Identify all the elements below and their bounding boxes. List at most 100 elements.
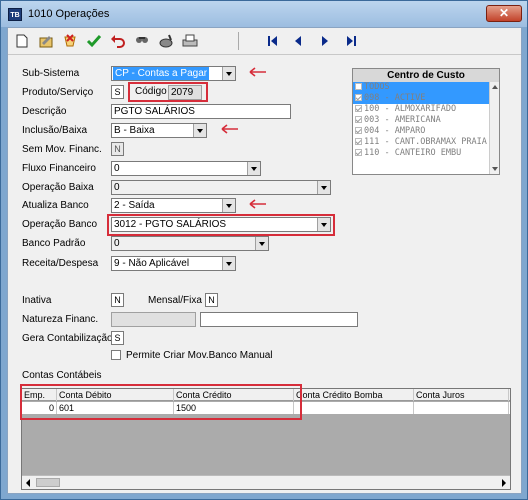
new-document-icon[interactable] bbox=[11, 30, 33, 52]
scroll-thumb[interactable] bbox=[36, 478, 60, 487]
centro-custo-item-label: 100 - ALMOXARIFADO bbox=[364, 104, 457, 114]
centro-custo-items[interactable]: TODOS 098 - ACTIVE 100 - ALMOXARIFADO 003 -… bbox=[353, 82, 489, 174]
centro-custo-item[interactable]: 004 - AMPARO bbox=[353, 126, 489, 137]
chevron-down-icon[interactable] bbox=[193, 124, 206, 137]
first-record-button[interactable] bbox=[262, 30, 284, 52]
bancopadrao-label: Banco Padrão bbox=[22, 238, 86, 249]
centro-custo-item[interactable]: 110 - CANTEIRO EMBU bbox=[353, 148, 489, 159]
centro-custo-item-label: 110 - CANTEIRO EMBU bbox=[364, 148, 462, 158]
checkbox-icon[interactable] bbox=[355, 116, 362, 123]
bancopadrao-select[interactable]: 0 bbox=[111, 236, 269, 251]
semmov-label: Sem Mov. Financ. bbox=[22, 144, 102, 155]
atualiza-value: 2 - Saída bbox=[114, 200, 155, 211]
checkbox-icon[interactable] bbox=[355, 83, 362, 90]
annotation-arrow bbox=[221, 124, 238, 134]
centro-custo-item-label: 003 - AMERICANA bbox=[364, 115, 441, 125]
receita-select[interactable]: 9 - Não Aplicável bbox=[111, 256, 236, 271]
next-record-button[interactable] bbox=[314, 30, 336, 52]
receita-value: 9 - Não Aplicável bbox=[114, 258, 190, 269]
grid-horizontal-scrollbar[interactable] bbox=[22, 475, 510, 489]
opbanco-label: Operação Banco bbox=[22, 219, 98, 230]
inativa-field[interactable]: N bbox=[111, 293, 124, 307]
centro-custo-item-label: TODOS bbox=[364, 82, 390, 92]
permite-label: Permite Criar Mov.Banco Manual bbox=[126, 350, 273, 361]
delete-icon[interactable] bbox=[155, 30, 177, 52]
atualiza-label: Atualiza Banco bbox=[22, 200, 89, 211]
last-record-button[interactable] bbox=[340, 30, 362, 52]
client-area: Sub-Sistema CP - Contas a Pagar Produto/… bbox=[7, 27, 522, 494]
gera-label: Gera Contabilização bbox=[22, 333, 113, 344]
produto-field[interactable]: S bbox=[111, 85, 124, 99]
table-cell[interactable] bbox=[414, 402, 509, 414]
mensal-field[interactable]: N bbox=[205, 293, 218, 307]
opbaixa-select[interactable]: 0 bbox=[111, 180, 331, 195]
subsistema-select[interactable]: CP - Contas a Pagar bbox=[111, 66, 236, 81]
confirm-icon[interactable] bbox=[83, 30, 105, 52]
centro-custo-item[interactable]: TODOS bbox=[353, 82, 489, 93]
window-title: 1010 Operações bbox=[28, 8, 110, 20]
checkbox-icon[interactable] bbox=[355, 105, 362, 112]
chevron-down-icon[interactable] bbox=[255, 237, 268, 250]
undo-icon[interactable] bbox=[107, 30, 129, 52]
permite-checkbox[interactable] bbox=[111, 350, 121, 360]
toolbar bbox=[8, 28, 521, 55]
scroll-up-icon[interactable] bbox=[492, 85, 498, 89]
fluxo-value: 0 bbox=[114, 163, 120, 174]
chevron-down-icon[interactable] bbox=[222, 257, 235, 270]
atualiza-select[interactable]: 2 - Saída bbox=[111, 198, 236, 213]
scroll-right-icon[interactable] bbox=[502, 479, 506, 487]
codigo-label: Código bbox=[135, 86, 167, 97]
fluxo-select[interactable]: 0 bbox=[111, 161, 261, 176]
receita-label: Receita/Despesa bbox=[22, 258, 99, 269]
centro-custo-item[interactable]: 003 - AMERICANA bbox=[353, 115, 489, 126]
opbaixa-value: 0 bbox=[114, 182, 120, 193]
grid-column-header[interactable]: Conta Juros bbox=[414, 389, 509, 401]
cancel-icon[interactable] bbox=[59, 30, 81, 52]
centro-custo-item[interactable]: 100 - ALMOXARIFADO bbox=[353, 104, 489, 115]
chevron-down-icon[interactable] bbox=[222, 67, 235, 80]
table-cell[interactable] bbox=[294, 402, 414, 414]
centro-custo-item[interactable]: 098 - ACTIVE bbox=[353, 93, 489, 104]
centro-custo-list[interactable]: Centro de Custo TODOS 098 - ACTIVE 100 - A… bbox=[352, 68, 500, 175]
title-bar[interactable]: TB 1010 Operações ✕ bbox=[1, 1, 527, 27]
previous-record-button[interactable] bbox=[288, 30, 310, 52]
gera-field[interactable]: S bbox=[111, 331, 124, 345]
search-icon[interactable] bbox=[131, 30, 153, 52]
edit-icon[interactable] bbox=[35, 30, 57, 52]
opbanco-select[interactable]: 3012 - PGTO SALÁRIOS bbox=[111, 217, 331, 232]
centro-custo-scrollbar[interactable] bbox=[489, 82, 499, 174]
codigo-field[interactable]: 2079 bbox=[168, 85, 202, 100]
annotation-arrow bbox=[249, 67, 266, 77]
fluxo-label: Fluxo Financeiro bbox=[22, 163, 96, 174]
inclusao-select[interactable]: B - Baixa bbox=[111, 123, 207, 138]
centro-custo-item-label: 098 - ACTIVE bbox=[364, 93, 426, 103]
inativa-label: Inativa bbox=[22, 295, 52, 306]
chevron-down-icon[interactable] bbox=[222, 199, 235, 212]
checkbox-icon[interactable] bbox=[355, 138, 362, 145]
descricao-field[interactable]: PGTO SALÁRIOS bbox=[111, 104, 291, 119]
toolbar-separator bbox=[238, 32, 239, 50]
checkbox-icon[interactable] bbox=[355, 94, 362, 101]
annotation-arrow bbox=[249, 199, 266, 209]
inclusao-label: Inclusão/Baixa bbox=[22, 125, 88, 136]
close-button[interactable]: ✕ bbox=[486, 5, 522, 22]
contas-section-label: Contas Contábeis bbox=[22, 370, 102, 381]
centro-custo-title: Centro de Custo bbox=[353, 69, 499, 82]
centro-custo-item[interactable]: 111 - CANT.OBRAMAX PRAIA bbox=[353, 137, 489, 148]
checkbox-icon[interactable] bbox=[355, 149, 362, 156]
scroll-down-icon[interactable] bbox=[492, 167, 498, 171]
chevron-down-icon[interactable] bbox=[317, 218, 330, 231]
chevron-down-icon[interactable] bbox=[247, 162, 260, 175]
chevron-down-icon[interactable] bbox=[317, 181, 330, 194]
scroll-left-icon[interactable] bbox=[26, 479, 30, 487]
opbanco-value: 3012 - PGTO SALÁRIOS bbox=[114, 219, 227, 230]
semmov-field[interactable]: N bbox=[111, 142, 124, 156]
checkbox-icon[interactable] bbox=[355, 127, 362, 134]
app-icon: TB bbox=[8, 8, 22, 21]
descricao-label: Descrição bbox=[22, 106, 67, 117]
natureza-desc-field[interactable] bbox=[200, 312, 358, 327]
print-icon[interactable] bbox=[179, 30, 201, 52]
grid-column-header[interactable]: Conta Crédito Bomba bbox=[294, 389, 414, 401]
natureza-code-field[interactable] bbox=[111, 312, 196, 327]
bancopadrao-value: 0 bbox=[114, 238, 120, 249]
